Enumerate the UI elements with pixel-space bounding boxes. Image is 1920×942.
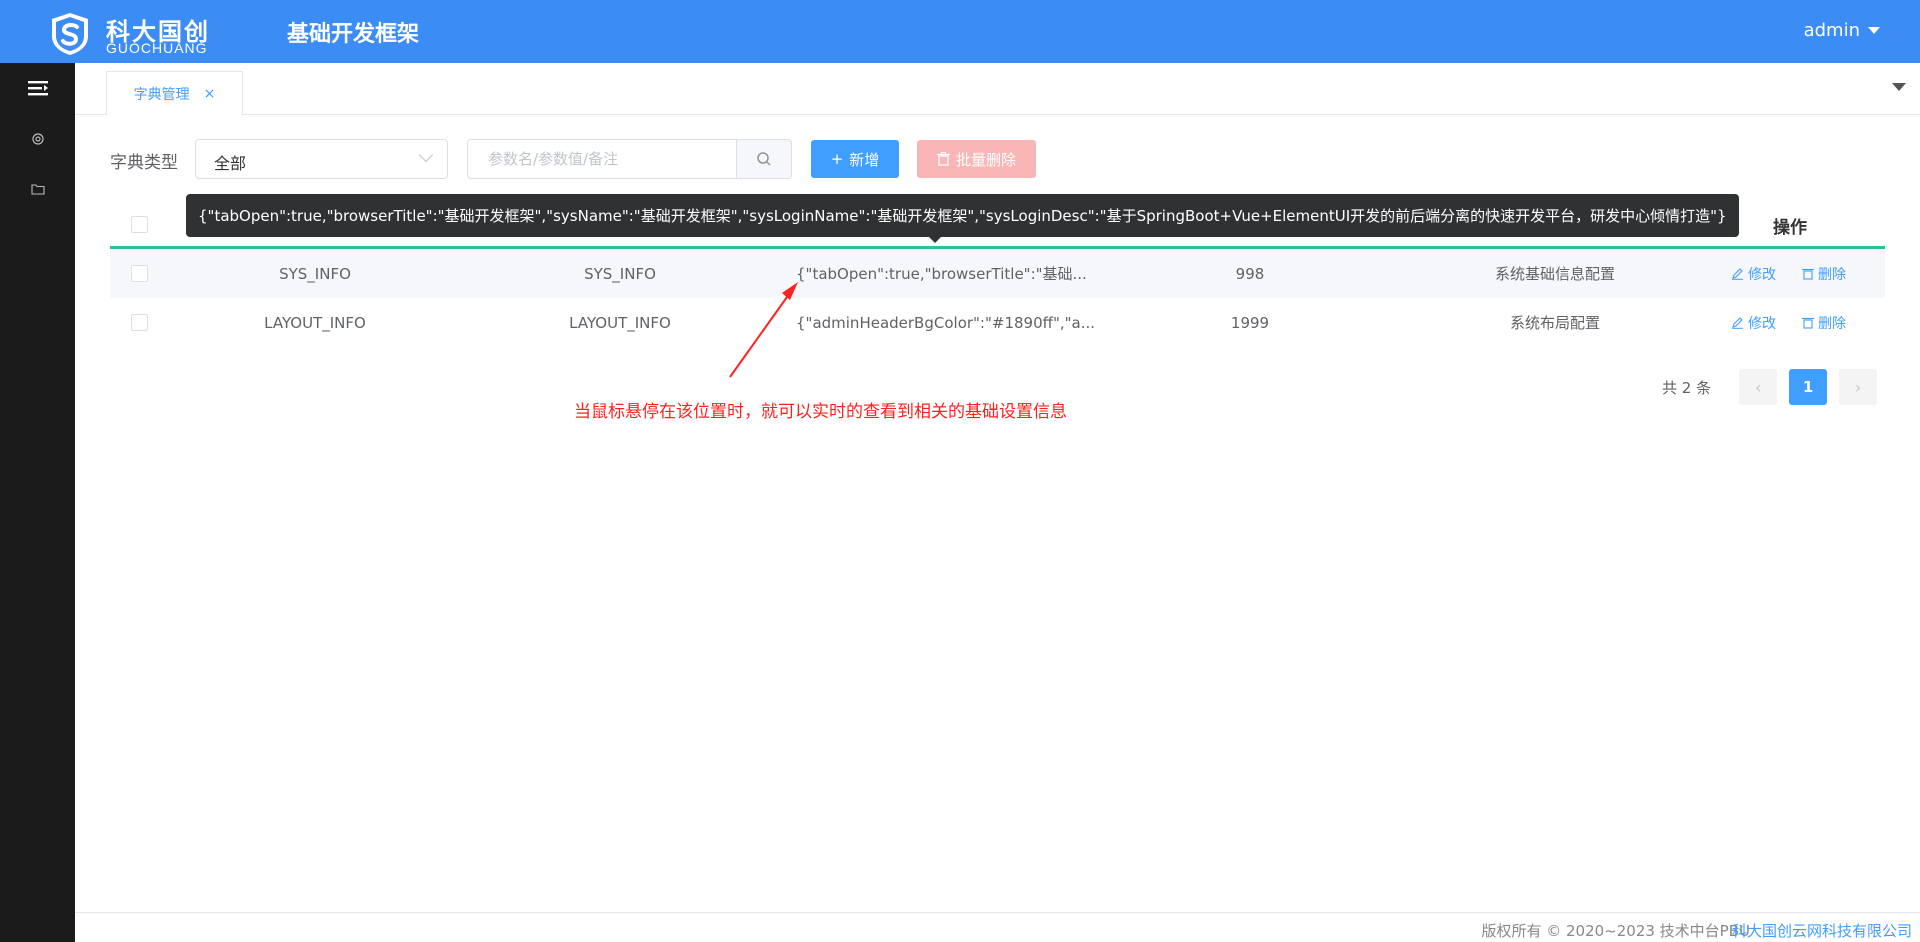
- edit-label: 修改: [1748, 266, 1776, 283]
- trash-icon: [936, 152, 950, 166]
- company-link[interactable]: 科大国创云网科技有限公司: [1732, 920, 1912, 941]
- add-button[interactable]: + 新增: [811, 140, 899, 178]
- pagination: 共 2 条 ‹ 1 ›: [1662, 369, 1878, 405]
- tabs-dropdown-icon[interactable]: [1892, 83, 1906, 91]
- plus-icon: +: [830, 150, 844, 168]
- delete-button[interactable]: 删除: [1802, 249, 1846, 298]
- edit-icon: [1732, 268, 1743, 280]
- cell-param-key: LAYOUT_INFO: [569, 313, 671, 332]
- dict-type-select[interactable]: 全部: [195, 139, 448, 179]
- user-menu[interactable]: admin: [1804, 20, 1880, 41]
- batch-delete-label: 批量删除: [955, 150, 1016, 169]
- chevron-down-icon: [418, 147, 434, 163]
- next-page-button[interactable]: ›: [1839, 369, 1878, 405]
- table-row[interactable]: SYS_INFO SYS_INFO {"tabOpen":true,"brows…: [110, 249, 1885, 298]
- trash-icon: [1802, 268, 1814, 280]
- cell-remark: 系统基础信息配置: [1494, 265, 1615, 283]
- tab-dictionary[interactable]: 字典管理 ×: [106, 71, 243, 116]
- cell-sort: 998: [1235, 264, 1265, 283]
- edit-icon: [1732, 317, 1743, 329]
- delete-label: 删除: [1818, 315, 1846, 332]
- logo: 科大国创 GUOCHUANG: [50, 10, 230, 56]
- cell-param-value[interactable]: {"tabOpen":true,"browserTitle":"基础...: [796, 249, 1096, 298]
- dict-type-value: 全部: [214, 154, 247, 173]
- value-tooltip: {"tabOpen":true,"browserTitle":"基础开发框架",…: [186, 194, 1739, 237]
- edit-button[interactable]: 修改: [1731, 298, 1776, 347]
- add-button-label: 新增: [849, 150, 880, 169]
- row-checkbox[interactable]: [131, 265, 148, 282]
- close-icon[interactable]: ×: [204, 86, 216, 102]
- ops-column-header: 操作: [1773, 218, 1807, 238]
- prev-page-button[interactable]: ‹: [1739, 369, 1778, 405]
- pagination-total: 共 2 条: [1662, 378, 1712, 397]
- logo-english-text: GUOCHUANG: [106, 40, 208, 56]
- tab-label: 字典管理: [133, 86, 190, 103]
- edit-button[interactable]: 修改: [1731, 249, 1776, 298]
- folder-icon[interactable]: [0, 174, 75, 204]
- search-button[interactable]: [736, 139, 792, 179]
- dict-type-label: 字典类型: [110, 153, 178, 173]
- sidebar: [0, 63, 75, 942]
- username: admin: [1803, 20, 1860, 41]
- copyright-text: 版权所有 © 2020~2023 技术中台PBU: [1481, 922, 1750, 940]
- cell-param-key: SYS_INFO: [584, 264, 656, 283]
- top-header: 科大国创 GUOCHUANG 基础开发框架 admin: [0, 0, 1920, 63]
- annotation-arrow: [729, 282, 798, 378]
- annotation-text: 当鼠标悬停在该位置时，就可以实时的查看到相关的基础设置信息: [574, 402, 1067, 422]
- caret-down-icon: [1868, 27, 1880, 34]
- tooltip-arrow: [928, 236, 942, 243]
- tabs-bar: 字典管理 ×: [75, 63, 1920, 116]
- cell-param-value[interactable]: {"adminHeaderBgColor":"#1890ff","a...: [796, 298, 1096, 347]
- logo-shield-icon: [52, 13, 88, 55]
- delete-label: 删除: [1818, 266, 1846, 283]
- menu-toggle-icon[interactable]: [0, 73, 75, 103]
- system-title: 基础开发框架: [287, 22, 420, 47]
- toolbar: 字典类型 全部 + 新增 批量删除: [110, 139, 1910, 179]
- cell-remark: 系统布局配置: [1509, 314, 1600, 332]
- table-row[interactable]: LAYOUT_INFO LAYOUT_INFO {"adminHeaderBgC…: [110, 298, 1885, 347]
- cell-sort: 1999: [1230, 313, 1270, 332]
- cell-param-name: SYS_INFO: [279, 264, 351, 283]
- cell-param-name: LAYOUT_INFO: [264, 313, 366, 332]
- select-all-checkbox[interactable]: [131, 216, 148, 233]
- edit-label: 修改: [1748, 315, 1776, 332]
- batch-delete-button[interactable]: 批量删除: [917, 140, 1036, 178]
- footer: 版权所有 © 2020~2023 技术中台PBU 科大国创云网科技有限公司: [75, 912, 1920, 942]
- page-number[interactable]: 1: [1789, 369, 1828, 405]
- delete-button[interactable]: 删除: [1802, 298, 1846, 347]
- search-icon: [757, 152, 771, 166]
- search-input[interactable]: [467, 139, 737, 179]
- trash-icon: [1802, 317, 1814, 329]
- row-checkbox[interactable]: [131, 314, 148, 331]
- settings-icon[interactable]: [0, 124, 75, 154]
